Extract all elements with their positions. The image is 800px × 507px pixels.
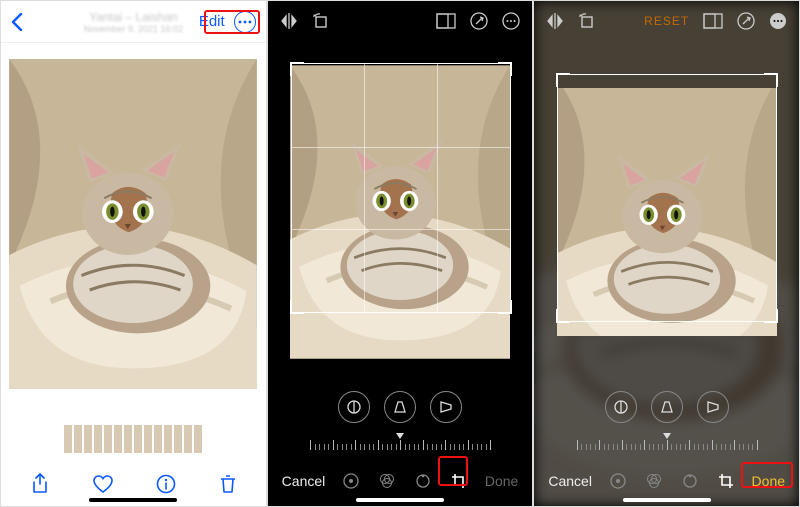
rotation-slider[interactable]	[268, 432, 533, 456]
crop-handle-tr[interactable]	[764, 73, 778, 87]
rotate-button[interactable]	[578, 12, 596, 30]
crop-handle-tl[interactable]	[290, 62, 304, 76]
crop-handle-tr[interactable]	[498, 62, 512, 76]
crop-mode[interactable]	[717, 472, 735, 490]
home-indicator[interactable]	[623, 498, 711, 502]
filters-mode[interactable]	[645, 472, 663, 490]
crop-area[interactable]	[268, 41, 533, 382]
editor-more-button[interactable]	[769, 12, 787, 30]
horizontal-perspective-tool[interactable]	[430, 391, 462, 423]
cancel-button[interactable]: Cancel	[282, 473, 326, 489]
mode-switcher	[325, 472, 485, 490]
horizontal-perspective-tool[interactable]	[697, 391, 729, 423]
photos-viewer-panel: Yantai – Laishan November 9, 2021 16:02 …	[0, 0, 267, 507]
editor-topbar	[268, 1, 533, 41]
share-button[interactable]	[30, 473, 50, 495]
delete-button[interactable]	[219, 474, 237, 494]
rotation-tools	[268, 382, 533, 432]
editor-topbar: RESET	[534, 1, 799, 41]
thumbnail-strip[interactable]	[1, 416, 266, 462]
crop-editor-done-panel: RESET Cancel Done	[533, 0, 800, 507]
crop-mode[interactable]	[450, 472, 468, 490]
main-photo[interactable]	[1, 43, 266, 416]
aspect-button[interactable]	[436, 13, 456, 29]
edit-button[interactable]: Edit	[196, 11, 228, 32]
mode-switcher	[592, 472, 752, 490]
rotate-button[interactable]	[312, 12, 330, 30]
crop-handle-br[interactable]	[764, 309, 778, 323]
crop-frame[interactable]	[557, 74, 777, 322]
back-button[interactable]	[11, 13, 33, 31]
done-button[interactable]: Done	[752, 473, 785, 489]
adjust-mode[interactable]	[342, 472, 360, 490]
home-indicator[interactable]	[356, 498, 444, 502]
flip-button[interactable]	[546, 12, 564, 30]
flip-button[interactable]	[280, 12, 298, 30]
adjust-mode[interactable]	[609, 472, 627, 490]
rotation-slider[interactable]	[534, 432, 799, 456]
rotate-mode[interactable]	[414, 472, 432, 490]
vertical-perspective-tool[interactable]	[651, 391, 683, 423]
crop-area[interactable]	[534, 41, 799, 382]
crop-handle-bl[interactable]	[290, 300, 304, 314]
crop-handle-bl[interactable]	[556, 309, 570, 323]
rotate-mode[interactable]	[681, 472, 699, 490]
editor-more-button[interactable]	[502, 12, 520, 30]
crop-frame[interactable]	[291, 63, 511, 313]
more-button[interactable]	[234, 11, 256, 33]
markup-button[interactable]	[470, 12, 488, 30]
favorite-button[interactable]	[92, 474, 114, 494]
rotation-tools	[534, 382, 799, 432]
markup-button[interactable]	[737, 12, 755, 30]
filters-mode[interactable]	[378, 472, 396, 490]
info-button[interactable]	[156, 474, 176, 494]
crop-editor-panel: Cancel Done	[267, 0, 534, 507]
ellipsis-icon	[238, 20, 252, 24]
crop-handle-tl[interactable]	[556, 73, 570, 87]
cancel-button[interactable]: Cancel	[548, 473, 592, 489]
straighten-tool[interactable]	[338, 391, 370, 423]
aspect-button[interactable]	[703, 13, 723, 29]
viewer-topbar: Yantai – Laishan November 9, 2021 16:02 …	[1, 1, 266, 43]
vertical-perspective-tool[interactable]	[384, 391, 416, 423]
done-button-inactive: Done	[485, 473, 518, 489]
straighten-tool[interactable]	[605, 391, 637, 423]
home-indicator[interactable]	[89, 498, 177, 502]
crop-handle-br[interactable]	[498, 300, 512, 314]
